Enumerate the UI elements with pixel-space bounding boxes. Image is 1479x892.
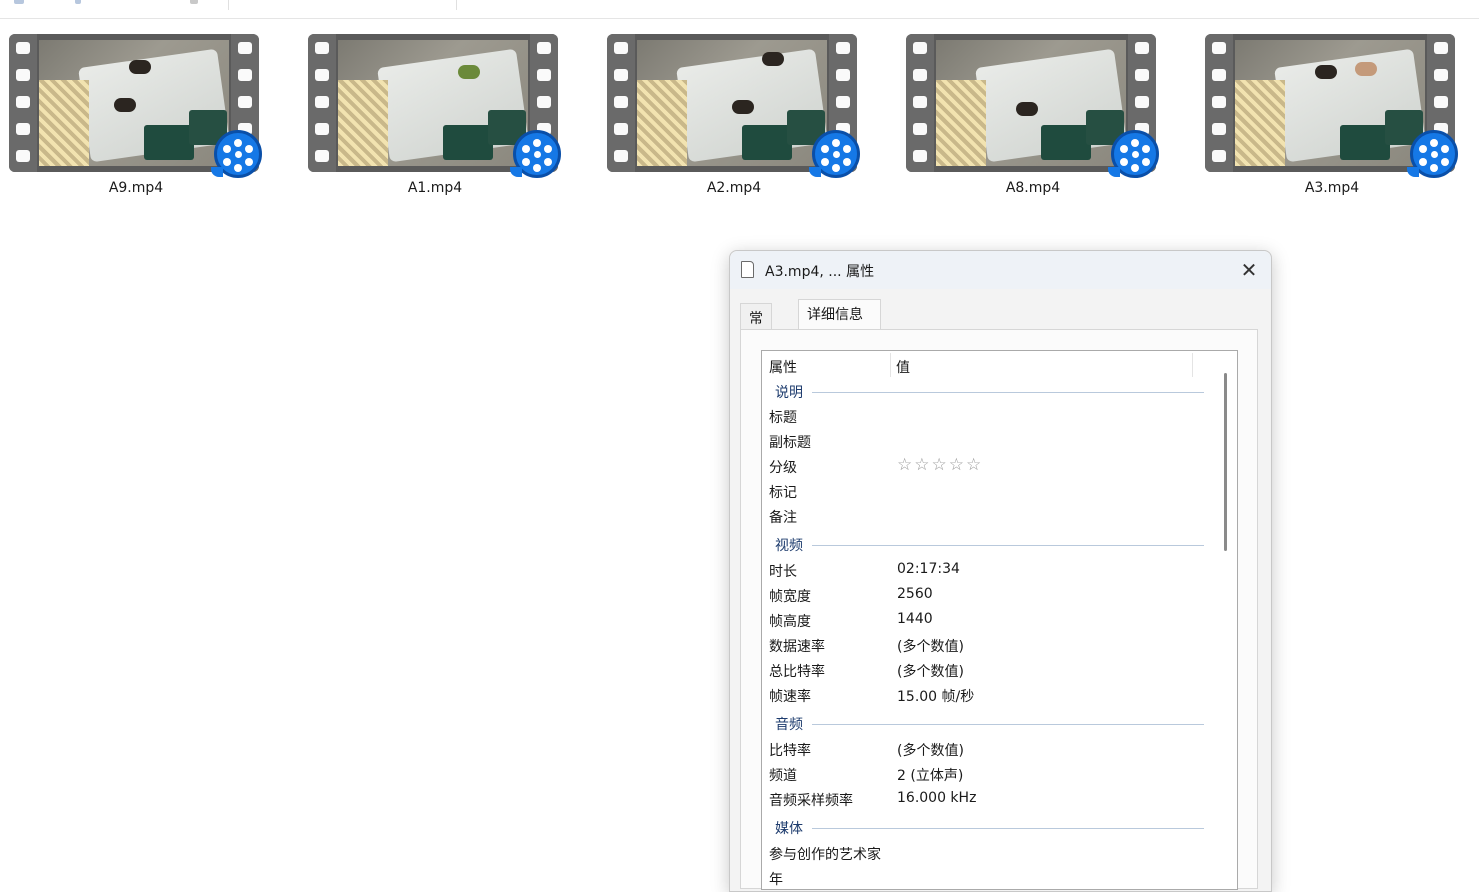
dialog-title: A3.mp4, ... 属性 xyxy=(765,264,875,280)
file-item[interactable]: A3.mp4 xyxy=(1197,32,1458,207)
group-label: 音频 xyxy=(775,717,803,733)
property-key: 数据速率 xyxy=(769,639,825,655)
file-grid: A9.mp4 A1.mp4 A2.mp4 A8.mp4 A3.mp4 xyxy=(0,32,1479,212)
explorer-toolbar xyxy=(0,0,1479,19)
property-key: 分级 xyxy=(769,460,797,476)
property-value: 15.00 帧/秒 xyxy=(897,689,975,705)
property-key: 备注 xyxy=(769,510,797,526)
media-player-badge-icon xyxy=(1407,130,1458,178)
file-name: A9.mp4 xyxy=(108,180,164,196)
property-value: 16.000 kHz xyxy=(897,790,977,806)
file-name: A8.mp4 xyxy=(1005,180,1061,196)
property-row[interactable]: 备注 xyxy=(762,504,1222,529)
property-key: 帧速率 xyxy=(769,689,811,705)
media-player-badge-icon xyxy=(1108,130,1159,178)
property-key: 总比特率 xyxy=(769,664,825,680)
property-key: 帧高度 xyxy=(769,614,811,630)
tab-details[interactable]: 详细信息 xyxy=(798,299,881,330)
property-row[interactable]: 帧宽度 2560 xyxy=(762,583,1222,608)
file-item[interactable]: A9.mp4 xyxy=(1,32,262,207)
property-key: 年 xyxy=(769,872,783,888)
property-key: 帧宽度 xyxy=(769,589,811,605)
property-key: 参与创作的艺术家 xyxy=(769,847,881,863)
toolbar-icon[interactable] xyxy=(14,0,24,4)
property-key: 时长 xyxy=(769,564,797,580)
property-value: (多个数值) xyxy=(897,664,964,680)
properties-dialog: A3.mp4, ... 属性 ✕ 常规 详细信息 属性 值 说明 标题 副标题 … xyxy=(729,250,1272,892)
video-thumbnail xyxy=(308,34,561,178)
document-icon xyxy=(741,261,754,278)
scrollbar-thumb[interactable] xyxy=(1224,373,1227,551)
media-player-badge-icon xyxy=(809,130,860,178)
property-row[interactable]: 副标题 xyxy=(762,429,1222,454)
property-row[interactable]: 标记 xyxy=(762,479,1222,504)
file-name: A2.mp4 xyxy=(706,180,762,196)
column-divider[interactable] xyxy=(1192,353,1193,377)
list-header: 属性 值 xyxy=(762,351,1237,379)
file-item[interactable]: A8.mp4 xyxy=(898,32,1159,207)
property-list[interactable]: 属性 值 说明 标题 副标题 分级 ☆☆☆☆☆ 标记 备注 视频 时长 02:17:… xyxy=(761,350,1238,890)
close-icon: ✕ xyxy=(1240,258,1258,282)
file-name: A3.mp4 xyxy=(1304,180,1360,196)
property-value: 2 (立体声) xyxy=(897,768,964,784)
property-value: 2560 xyxy=(897,586,933,602)
video-thumbnail xyxy=(1205,34,1458,178)
column-header-property[interactable]: 属性 xyxy=(769,357,797,377)
file-item[interactable]: A2.mp4 xyxy=(599,32,860,207)
group-header: 媒体 xyxy=(762,815,1222,840)
property-key: 副标题 xyxy=(769,435,811,451)
property-value: 1440 xyxy=(897,611,933,627)
group-label: 视频 xyxy=(775,538,803,554)
property-key: 音频采样频率 xyxy=(769,793,853,809)
video-thumbnail xyxy=(906,34,1159,178)
property-key: 标题 xyxy=(769,410,797,426)
dialog-titlebar[interactable]: A3.mp4, ... 属性 ✕ xyxy=(730,251,1271,289)
rating-stars[interactable]: ☆☆☆☆☆ xyxy=(897,455,983,475)
property-row[interactable]: 年 xyxy=(762,866,1222,889)
property-row[interactable]: 分级 ☆☆☆☆☆ xyxy=(762,454,1222,479)
property-row[interactable]: 时长 02:17:34 xyxy=(762,558,1222,583)
file-name: A1.mp4 xyxy=(407,180,463,196)
video-thumbnail xyxy=(9,34,262,178)
property-key: 标记 xyxy=(769,485,797,501)
column-header-value[interactable]: 值 xyxy=(896,357,910,377)
toolbar-icon[interactable] xyxy=(190,0,198,4)
group-header: 视频 xyxy=(762,532,1222,557)
property-row[interactable]: 频道 2 (立体声) xyxy=(762,762,1222,787)
toolbar-separator xyxy=(228,0,229,10)
video-thumbnail xyxy=(607,34,860,178)
property-row[interactable]: 比特率 (多个数值) xyxy=(762,737,1222,762)
group-header: 说明 xyxy=(762,379,1222,404)
property-row[interactable]: 数据速率 (多个数值) xyxy=(762,633,1222,658)
property-value: 02:17:34 xyxy=(897,561,960,577)
property-key: 频道 xyxy=(769,768,797,784)
group-label: 媒体 xyxy=(775,821,803,837)
property-row[interactable]: 标题 xyxy=(762,404,1222,429)
media-player-badge-icon xyxy=(510,130,561,178)
file-item[interactable]: A1.mp4 xyxy=(300,32,561,207)
group-header: 音频 xyxy=(762,711,1222,736)
details-panel: 属性 值 说明 标题 副标题 分级 ☆☆☆☆☆ 标记 备注 视频 时长 02:17:… xyxy=(740,329,1258,890)
property-row[interactable]: 参与创作的艺术家 xyxy=(762,841,1222,866)
toolbar-separator xyxy=(456,0,457,10)
property-row[interactable]: 帧速率 15.00 帧/秒 xyxy=(762,683,1222,708)
close-button[interactable]: ✕ xyxy=(1235,257,1263,283)
column-divider[interactable] xyxy=(890,353,891,377)
property-row[interactable]: 总比特率 (多个数值) xyxy=(762,658,1222,683)
property-value: (多个数值) xyxy=(897,639,964,655)
property-row[interactable]: 帧高度 1440 xyxy=(762,608,1222,633)
toolbar-icon[interactable] xyxy=(75,0,81,4)
media-player-badge-icon xyxy=(211,130,262,178)
group-label: 说明 xyxy=(775,385,803,401)
property-row[interactable]: 音频采样频率 16.000 kHz xyxy=(762,787,1222,812)
property-value: (多个数值) xyxy=(897,743,964,759)
tab-general[interactable]: 常规 xyxy=(740,303,772,357)
property-key: 比特率 xyxy=(769,743,811,759)
